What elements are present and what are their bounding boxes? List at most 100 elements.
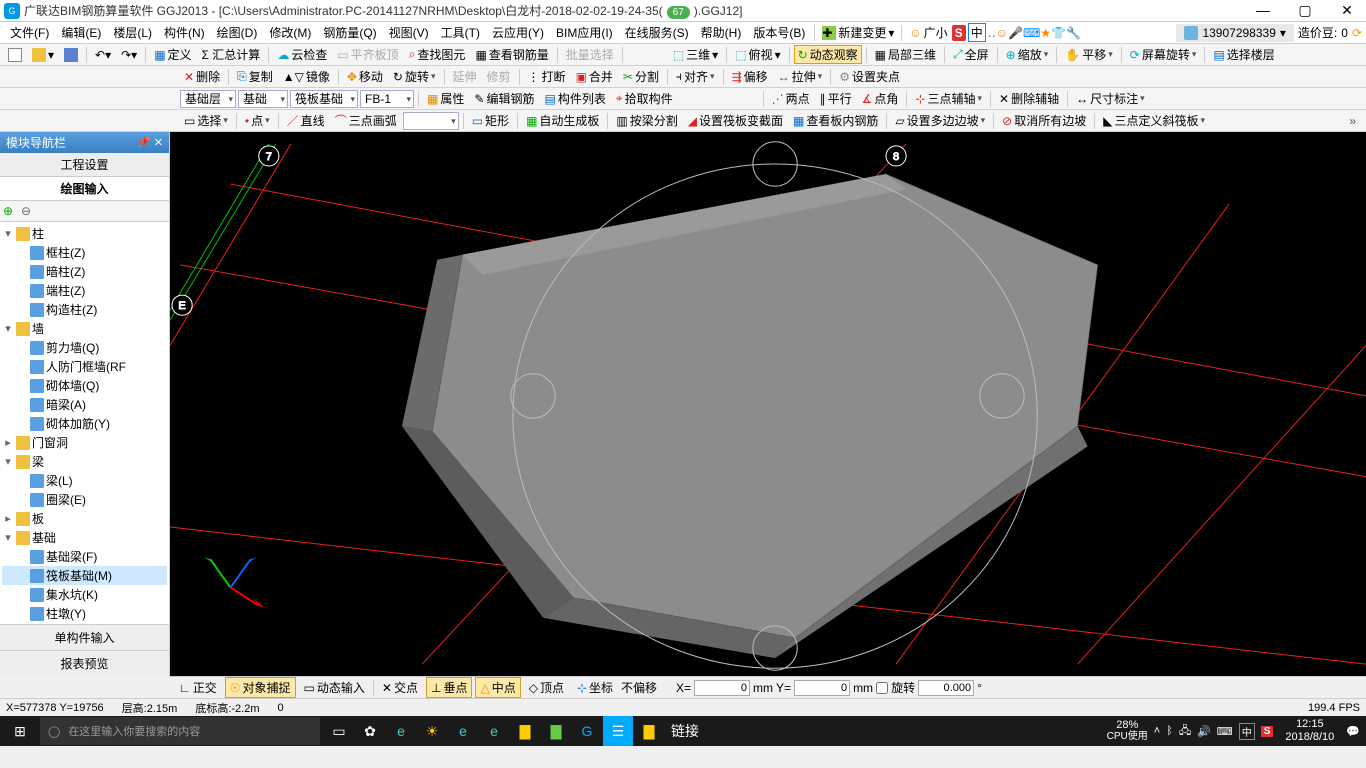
floor-combo[interactable]: 基础层 [180, 90, 236, 108]
menu-draw[interactable]: 绘图(D) [211, 22, 264, 43]
tray-bt-icon[interactable]: ᛒ [1166, 725, 1173, 737]
pan-button[interactable]: ✋平移 [1061, 45, 1117, 64]
maximize-button[interactable]: ▢ [1290, 2, 1320, 19]
merge-button[interactable]: ▣合并 [572, 67, 617, 86]
tree-node[interactable]: ▾柱 [2, 224, 167, 243]
menu-steel[interactable]: 钢筋量(Q) [317, 22, 382, 43]
split-by-beam-button[interactable]: ▥按梁分割 [612, 111, 681, 130]
category-combo[interactable]: 基础 [238, 90, 288, 108]
set-poly-button[interactable]: ▱设置多边边坡 [891, 111, 989, 130]
menu-floor[interactable]: 楼层(L) [107, 22, 158, 43]
local-3d-button[interactable]: ▦局部三维 [871, 45, 940, 64]
coin-icon[interactable]: ⟳ [1352, 26, 1362, 40]
rect-button[interactable]: ▭矩形 [468, 111, 513, 130]
open-file-button[interactable]: ▾ [28, 47, 58, 63]
undo-button[interactable]: ↶▾ [91, 47, 115, 63]
3d-button[interactable]: ⬚三维▾ [669, 45, 722, 64]
tree-node[interactable]: ▸板 [2, 509, 167, 528]
screen-rotate-button[interactable]: ⟳屏幕旋转 [1126, 45, 1201, 64]
dynamic-view-button[interactable]: ↻动态观察 [794, 45, 862, 64]
tree-node[interactable]: 构造柱(Z) [2, 300, 167, 319]
menu-help[interactable]: 帮助(H) [695, 22, 748, 43]
tree-node[interactable]: 砌体墙(Q) [2, 376, 167, 395]
offset-button[interactable]: ⇶偏移 [728, 67, 772, 86]
def-3pt-slope-button[interactable]: ◣三点定义斜筏板 [1099, 111, 1209, 130]
menu-online[interactable]: 在线服务(S) [619, 22, 695, 43]
rotate-button[interactable]: ↻旋转 [389, 67, 440, 86]
tree-node[interactable]: ▸门窗洞 [2, 433, 167, 452]
edge2-icon[interactable]: e [448, 716, 478, 746]
three-pt-aux-button[interactable]: ⊹三点辅轴 [911, 89, 986, 108]
taskbar-search[interactable]: ◯ 在这里输入你要搜索的内容 [40, 717, 320, 745]
app9-icon[interactable]: ▇ [634, 716, 664, 746]
ime-kbd-icon[interactable]: ⌨ [1023, 26, 1040, 40]
app8-icon[interactable]: ☰ [603, 716, 633, 746]
view-steel-button[interactable]: ▦查看钢筋量 [471, 45, 552, 64]
tree-node[interactable]: 基础梁(F) [2, 547, 167, 566]
links-label[interactable]: 链接 [665, 716, 705, 746]
ie-icon[interactable]: e [479, 716, 509, 746]
select-button[interactable]: ▭选择 [180, 111, 232, 130]
cancel-slopes-button[interactable]: ⊘取消所有边坡 [998, 111, 1090, 130]
copy-button[interactable]: ⎘复制 [233, 67, 277, 86]
dim-label-button[interactable]: ↔尺寸标注 [1072, 89, 1149, 108]
pin-icon[interactable]: 📌 ✕ [137, 136, 163, 149]
task-view-icon[interactable]: ▭ [324, 716, 354, 746]
set-raft-section-button[interactable]: ◢设置筏板变截面 [684, 111, 787, 130]
tree-node[interactable]: 砌体加筋(Y) [2, 414, 167, 433]
tray-vol-icon[interactable]: 🔊 [1197, 725, 1211, 738]
sidebar-tab-report[interactable]: 报表预览 [0, 650, 169, 676]
ime-star-icon[interactable]: ★ [1040, 26, 1051, 40]
menu-bim[interactable]: BIM应用(I) [550, 22, 619, 43]
sidebar-tab-project[interactable]: 工程设置 [0, 153, 169, 177]
app3-icon[interactable]: ☀ [417, 716, 447, 746]
ime-shirt-icon[interactable]: 👕 [1051, 26, 1066, 40]
code-combo[interactable]: FB-1 [360, 90, 414, 108]
app1-icon[interactable]: ✿ [355, 716, 385, 746]
viewport-3d[interactable]: 7 8 E [170, 132, 1366, 676]
attr-button[interactable]: ▦属性 [423, 89, 468, 108]
menu-version[interactable]: 版本号(B) [747, 22, 811, 43]
arc3-button[interactable]: ⌒三点画弧 [331, 111, 401, 130]
tree-node[interactable]: ▾墙 [2, 319, 167, 338]
menu-edit[interactable]: 编辑(E) [55, 22, 107, 43]
snap-perp[interactable]: ⊥垂点 [426, 677, 472, 698]
stretch-button[interactable]: ↔拉伸 [774, 67, 827, 86]
guangxiao-button[interactable]: ☺广小 [905, 23, 951, 42]
app6-icon[interactable]: ▇ [541, 716, 571, 746]
expand-all-icon[interactable]: ⊕ [3, 204, 17, 218]
tree-node[interactable]: ▾基础 [2, 528, 167, 547]
ime-s-icon[interactable]: S [952, 25, 966, 41]
tray-kbd-icon[interactable]: ⌨ [1217, 725, 1233, 738]
tree-node[interactable]: 筏板基础(M) [2, 566, 167, 585]
x-input[interactable] [694, 680, 750, 696]
fullscreen-button[interactable]: ⤢全屏 [949, 45, 993, 64]
tree-node[interactable]: 暗梁(A) [2, 395, 167, 414]
two-point-button[interactable]: ⋰两点 [768, 89, 814, 108]
tree-node[interactable]: 剪力墙(Q) [2, 338, 167, 357]
tray-ime-icon[interactable]: 中 [1239, 723, 1255, 740]
osnap-toggle[interactable]: ☉对象捕捉 [225, 677, 296, 698]
collapse-all-icon[interactable]: ⊖ [21, 204, 35, 218]
trim-button[interactable]: 修剪 [483, 67, 515, 86]
align-button[interactable]: ⫞对齐 [672, 67, 719, 86]
snap-intersect[interactable]: ✕交点 [377, 677, 423, 698]
offset-mode-combo[interactable]: 不偏移 [621, 679, 673, 696]
menu-cloud[interactable]: 云应用(Y) [486, 22, 550, 43]
new-file-button[interactable] [4, 47, 26, 63]
tree-node[interactable]: 端柱(Z) [2, 281, 167, 300]
tree-node[interactable]: ▾梁 [2, 452, 167, 471]
delete-button[interactable]: ✕删除 [180, 67, 224, 86]
snap-coord[interactable]: ⊹坐标 [572, 677, 618, 698]
zoom-button[interactable]: ⊕缩放 [1002, 45, 1053, 64]
y-input[interactable] [794, 680, 850, 696]
move-button[interactable]: ✥移动 [343, 67, 387, 86]
menu-file[interactable]: 文件(F) [4, 22, 55, 43]
rotate-input[interactable] [918, 680, 974, 696]
tree-node[interactable]: 梁(L) [2, 471, 167, 490]
ime-mic-icon[interactable]: 🎤 [1008, 26, 1023, 40]
ime-smile-icon[interactable]: ☺ [996, 26, 1008, 40]
overlook-button[interactable]: ⬚俯视▾ [731, 45, 784, 64]
select-floor-button[interactable]: ▤选择楼层 [1209, 45, 1278, 64]
menu-tools[interactable]: 工具(T) [435, 22, 486, 43]
